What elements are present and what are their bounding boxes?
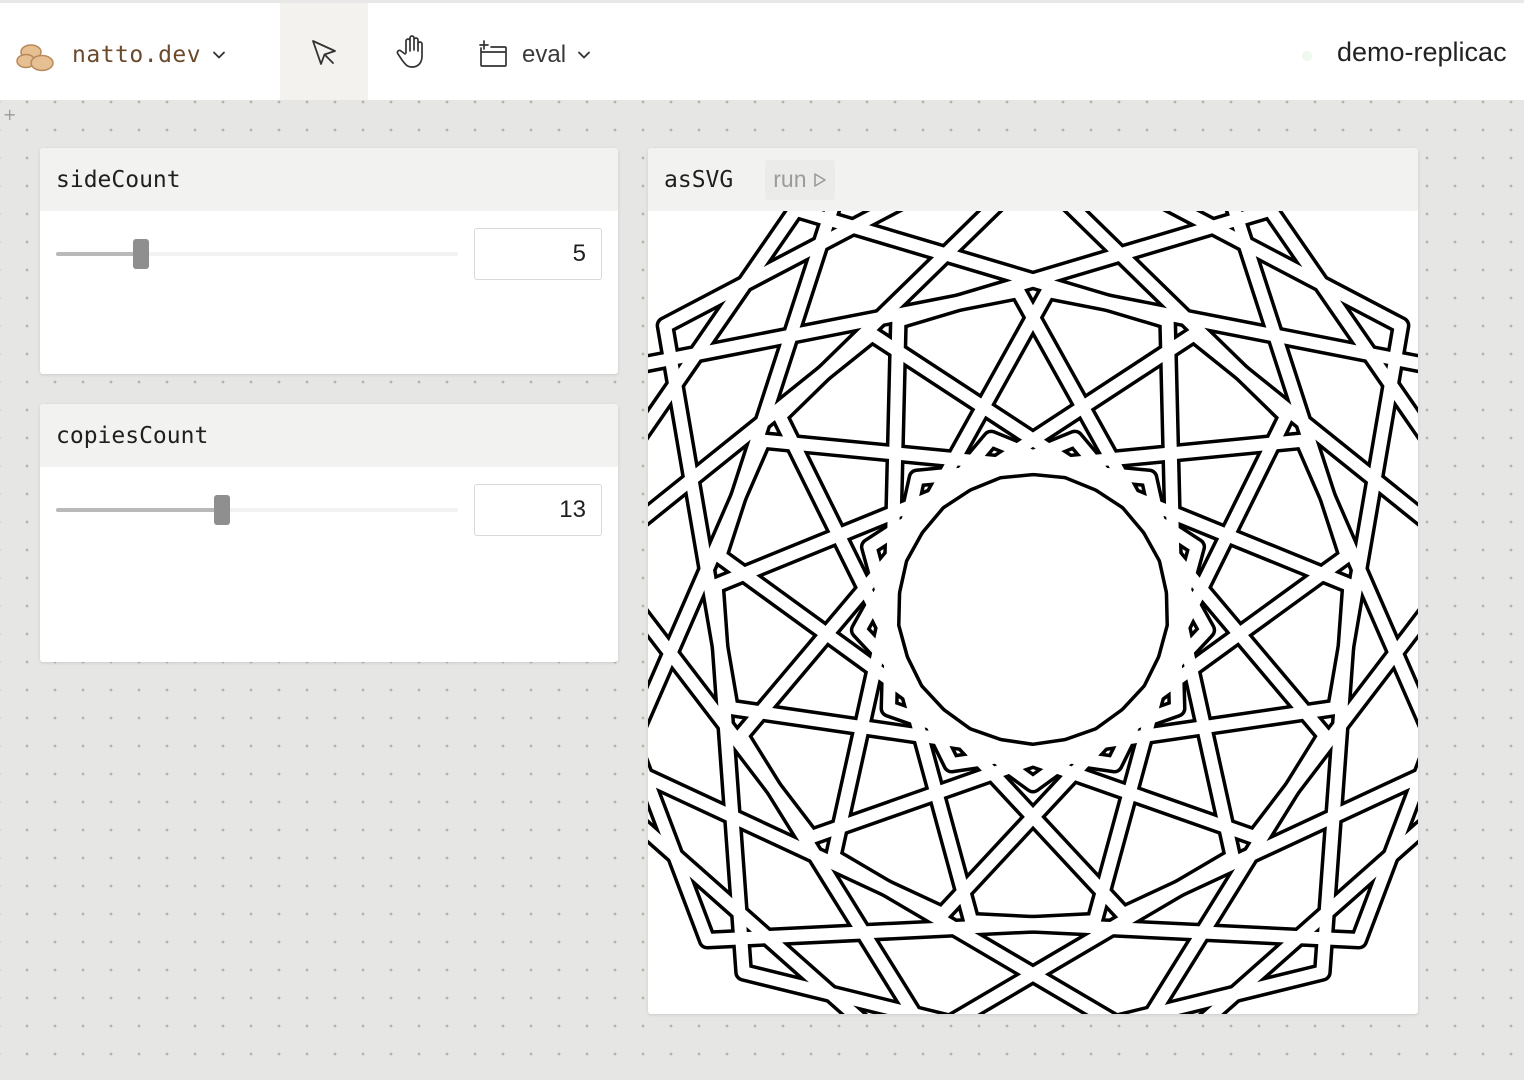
app-name: natto.dev	[72, 42, 202, 68]
side-count-slider[interactable]	[56, 239, 458, 269]
chevron-down-icon	[211, 47, 227, 63]
copies-count-panel[interactable]: copiesCount	[40, 404, 618, 662]
replica-name[interactable]: demo-replicac	[1337, 37, 1507, 68]
side-count-title: sideCount	[56, 166, 181, 193]
chevron-down-icon	[576, 47, 592, 63]
add-window-icon	[479, 40, 507, 67]
slider-fill	[56, 508, 222, 512]
as-svg-header[interactable]: asSVG run	[648, 148, 1418, 211]
as-svg-panel[interactable]: asSVG run	[648, 148, 1418, 1014]
cursor-arrow-icon	[312, 39, 336, 65]
potato-logo-icon	[16, 44, 54, 72]
svg-output	[648, 211, 1418, 1014]
side-count-panel[interactable]: sideCount	[40, 148, 618, 374]
pattern-group	[648, 211, 1418, 1014]
copies-count-header[interactable]: copiesCount	[40, 404, 618, 467]
eval-menu[interactable]: eval	[478, 33, 592, 77]
eval-label: eval	[522, 41, 567, 68]
connection-status-dot	[1302, 51, 1312, 61]
plus-icon: +	[3, 105, 17, 124]
play-icon	[813, 172, 826, 187]
run-button[interactable]: run	[765, 159, 835, 200]
copies-count-input[interactable]	[474, 484, 602, 536]
side-count-header[interactable]: sideCount	[40, 148, 618, 211]
hand-tool-button[interactable]	[368, 3, 456, 100]
hand-icon	[396, 34, 423, 68]
side-count-input[interactable]	[474, 228, 602, 280]
select-tool-button[interactable]	[280, 3, 368, 100]
run-label: run	[773, 166, 807, 192]
app-menu[interactable]: natto.dev	[16, 35, 227, 75]
slider-thumb[interactable]	[214, 495, 230, 525]
slider-fill	[56, 252, 141, 256]
slider-thumb[interactable]	[133, 239, 149, 269]
copies-count-title: copiesCount	[56, 422, 209, 449]
copies-count-slider[interactable]	[56, 495, 458, 525]
toolbar: natto.dev eval demo-replicac	[0, 0, 1524, 100]
as-svg-title: asSVG	[664, 166, 734, 193]
